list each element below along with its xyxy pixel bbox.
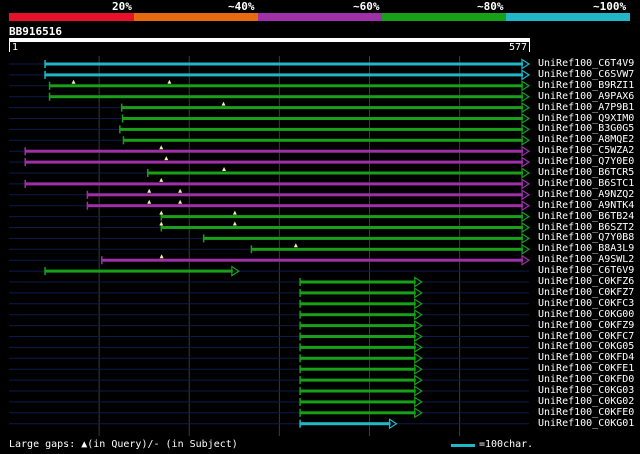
hit-label[interactable]: UniRef100_C0KFZ6 [538, 276, 634, 287]
hit-label[interactable]: UniRef100_A7P9B1 [538, 102, 634, 113]
gap-marker [178, 199, 183, 204]
hit-label[interactable]: UniRef100_C0KG05 [538, 341, 634, 352]
hit-label[interactable]: UniRef100_B9RZI1 [538, 80, 634, 91]
hit-label[interactable]: UniRef100_C0KFZ7 [538, 287, 634, 298]
hit-label[interactable]: UniRef100_C0KG01 [538, 418, 634, 429]
hit-bar[interactable] [49, 95, 523, 99]
gap-marker [221, 101, 226, 106]
hit-label[interactable]: UniRef100_C0KFC7 [538, 331, 634, 342]
gap-marker [164, 156, 169, 161]
hit-bar[interactable] [300, 356, 416, 360]
gap-marker [147, 199, 152, 204]
hit-label[interactable]: UniRef100_Q7Y0B8 [538, 232, 634, 243]
hit-bar[interactable] [300, 345, 416, 349]
gap-marker [159, 221, 164, 226]
hit-bar[interactable] [45, 73, 524, 77]
hit-label[interactable]: UniRef100_C0KFE0 [538, 407, 634, 418]
hit-label[interactable]: UniRef100_C0KFZ9 [538, 320, 634, 331]
hit-label[interactable]: UniRef100_C6SVW7 [538, 69, 634, 80]
hit-label[interactable]: UniRef100_C5WZA2 [538, 145, 634, 156]
hit-bar[interactable] [161, 226, 523, 229]
gap-marker [167, 79, 172, 84]
hit-bar[interactable] [300, 291, 416, 295]
gap-marker [232, 221, 237, 226]
hit-bar[interactable] [300, 367, 416, 371]
hit-label[interactable]: UniRef100_C0KFD4 [538, 352, 634, 363]
hit-bar[interactable] [87, 204, 523, 208]
gap-marker [159, 177, 164, 182]
hit-bar[interactable] [45, 269, 233, 273]
hit-bar[interactable] [300, 411, 416, 415]
scale-legend-text: =100char. [479, 439, 534, 450]
hit-label[interactable]: UniRef100_A9PAX6 [538, 91, 634, 102]
hit-label[interactable]: UniRef100_B8A3L9 [538, 243, 634, 254]
hit-bar[interactable] [119, 127, 524, 131]
hit-bar[interactable] [25, 182, 524, 186]
hit-label[interactable]: UniRef100_C0KFC3 [538, 298, 634, 309]
hit-label[interactable]: UniRef100_C0KFD0 [538, 374, 634, 385]
hit-bar[interactable] [122, 117, 523, 120]
hit-bar[interactable] [251, 247, 524, 251]
gap-marker [159, 145, 164, 150]
hit-label[interactable]: UniRef100_B6TB24 [538, 211, 634, 222]
hit-label[interactable]: UniRef100_B3G0G5 [538, 123, 634, 134]
hit-label[interactable]: UniRef100_A9SWL2 [538, 254, 634, 265]
hit-bar[interactable] [25, 149, 524, 153]
hit-label[interactable]: UniRef100_B6TCR5 [538, 167, 634, 178]
hit-bar[interactable] [123, 138, 523, 142]
scale-legend-swatch [451, 444, 475, 447]
hit-bar[interactable] [87, 193, 523, 197]
hit-label[interactable]: UniRef100_C0KG03 [538, 385, 634, 396]
hit-bar[interactable] [300, 302, 416, 306]
hit-bar[interactable] [300, 422, 391, 426]
gap-marker [159, 210, 164, 215]
hit-label[interactable]: UniRef100_Q9XIM0 [538, 113, 634, 124]
hit-label[interactable]: UniRef100_C0KG00 [538, 309, 634, 320]
hit-label[interactable]: UniRef100_A8MQE2 [538, 134, 634, 145]
hit-bar[interactable] [300, 389, 416, 393]
hit-label[interactable]: UniRef100_C6T4V9 [538, 58, 634, 69]
hit-bar[interactable] [25, 160, 524, 164]
hit-bar[interactable] [300, 378, 416, 382]
hit-bar[interactable] [121, 106, 524, 110]
gap-marker [159, 254, 164, 259]
hit-bar[interactable] [300, 335, 416, 338]
gap-legend: Large gaps: ▲(in Query)/- (in Subject) [9, 439, 238, 450]
hit-label[interactable]: UniRef100_B6SZT2 [538, 222, 634, 233]
hit-bar[interactable] [101, 258, 524, 262]
hit-bar[interactable] [203, 236, 523, 240]
hit-bar[interactable] [300, 324, 416, 328]
hit-bar[interactable] [161, 215, 523, 219]
gap-marker [222, 167, 227, 171]
hit-label[interactable]: UniRef100_C0KG02 [538, 396, 634, 407]
hit-label[interactable]: UniRef100_C6T6V9 [538, 265, 634, 276]
hit-label[interactable]: UniRef100_A9NZQ2 [538, 189, 634, 200]
hit-label[interactable]: UniRef100_B6STC1 [538, 178, 634, 189]
gap-marker [71, 79, 76, 84]
hit-bar[interactable] [300, 400, 416, 404]
hit-bar[interactable] [45, 62, 524, 66]
hit-bar[interactable] [147, 171, 523, 175]
hit-label[interactable]: UniRef100_C0KFE1 [538, 363, 634, 374]
hit-bar[interactable] [300, 313, 416, 317]
hit-label[interactable]: UniRef100_Q7Y0E0 [538, 156, 634, 167]
hit-bar[interactable] [300, 280, 416, 284]
gap-marker [293, 243, 298, 248]
gap-marker [147, 188, 152, 193]
gap-marker [178, 188, 183, 193]
gap-marker [232, 210, 237, 215]
hit-label[interactable]: UniRef100_A9NTK4 [538, 200, 634, 211]
hit-bar[interactable] [49, 84, 523, 88]
